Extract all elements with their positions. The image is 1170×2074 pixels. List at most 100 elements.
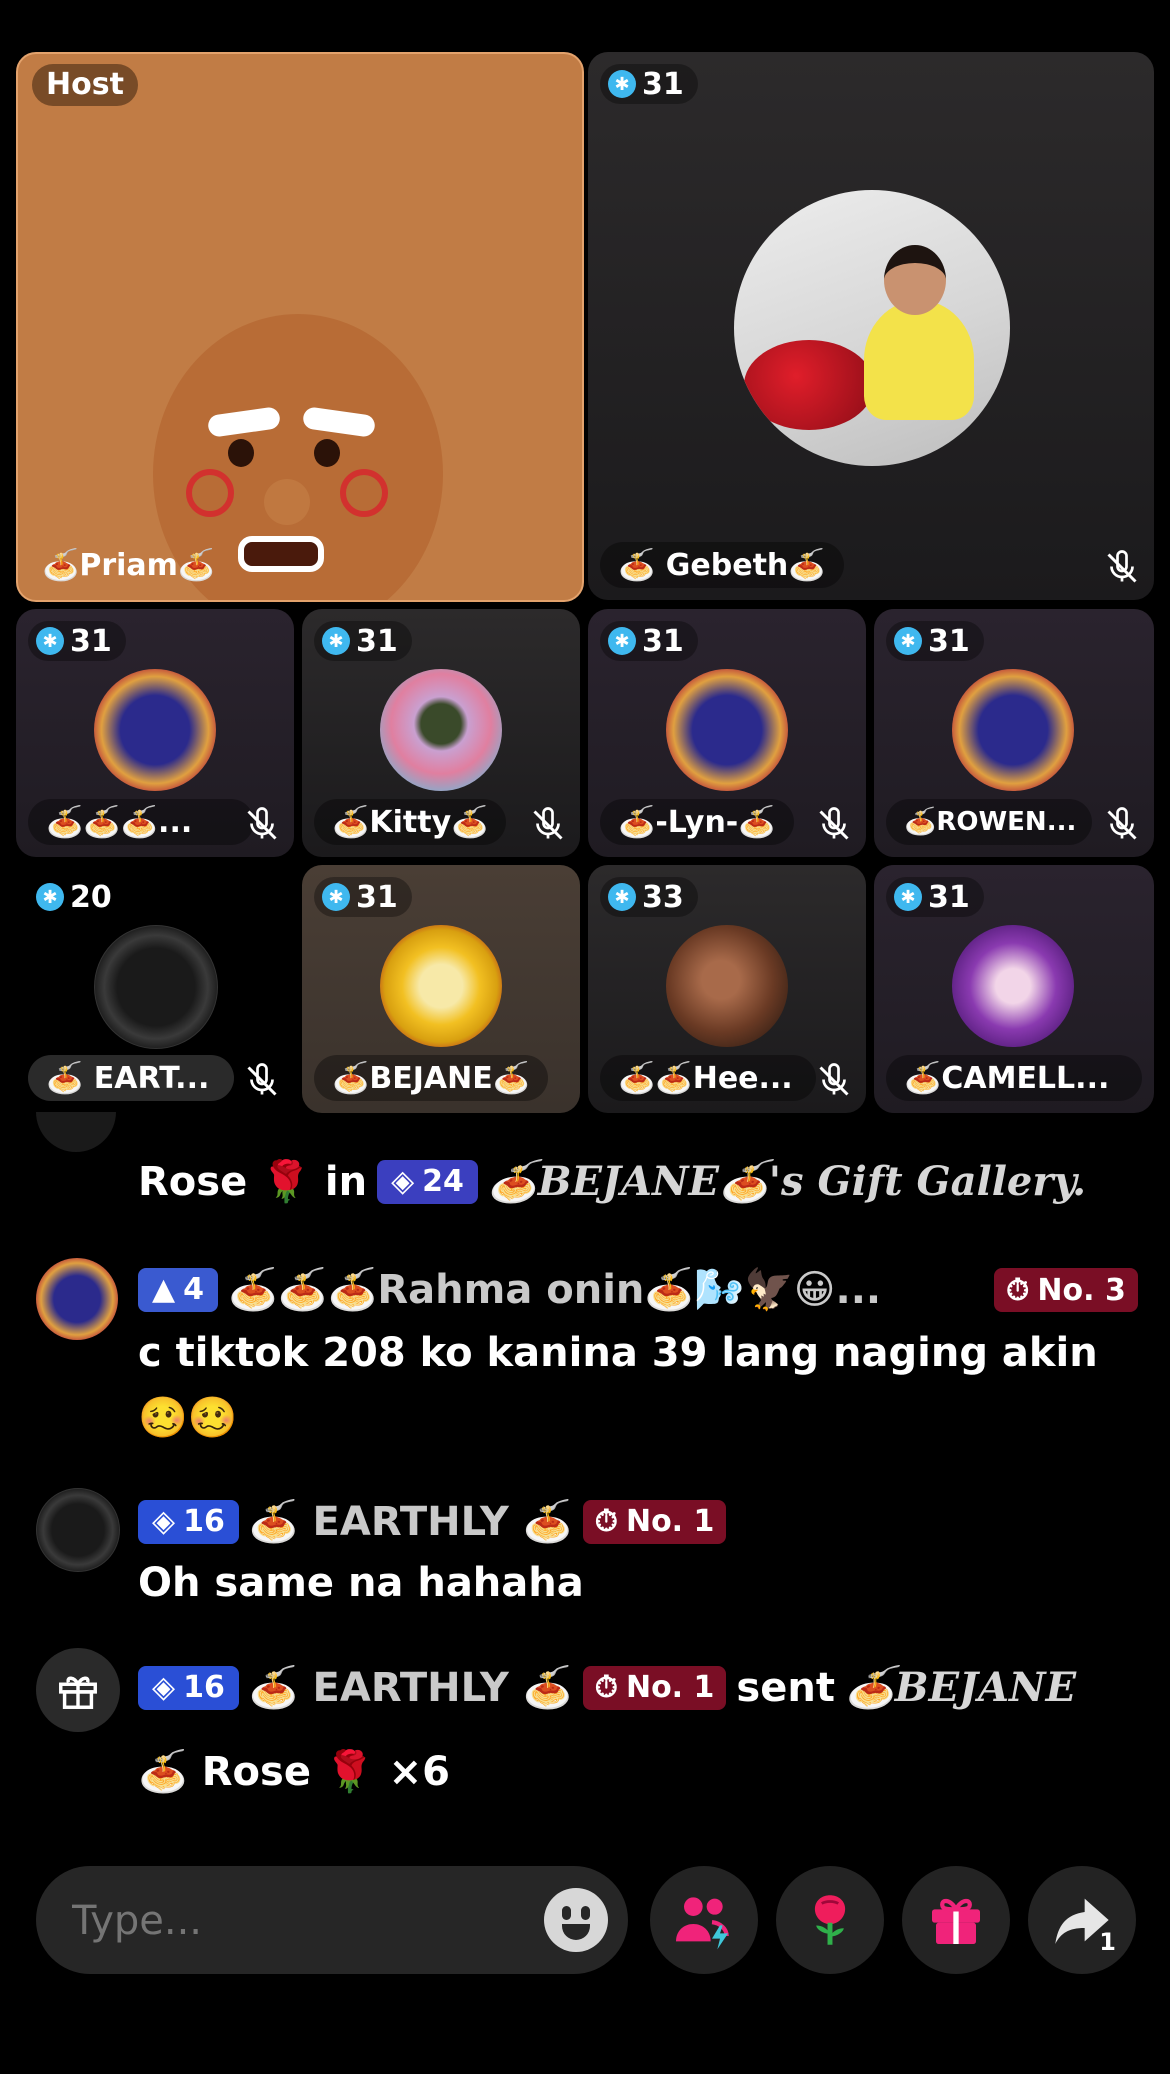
share-button[interactable]: 1	[1028, 1866, 1136, 1974]
level-pill: ✱ 31	[28, 621, 126, 661]
host-badge: Host	[32, 64, 138, 106]
rose-icon	[814, 1895, 846, 1945]
cheek-right	[340, 469, 388, 517]
gift-gallery-message: Rose 🌹 in ◈ 24 🍝BEJANE🍝's Gift Gallery.	[138, 1158, 1087, 1205]
arrow-rank-icon: ▲	[152, 1272, 176, 1307]
username[interactable]: 🍝🍝🍝Rahma onin🍝🌬️🦅😀...	[228, 1266, 881, 1313]
cheek-left	[186, 469, 234, 517]
emoji-eye-left	[562, 1906, 571, 1920]
level-star-icon: ✱	[894, 627, 922, 655]
avatar	[36, 1112, 116, 1152]
rank-badge: ⏱ No. 1	[582, 1499, 727, 1544]
guest-name[interactable]: 🍝BEJANE🍝	[314, 1055, 549, 1101]
level-star-icon: ✱	[322, 627, 350, 655]
guest-name[interactable]: 🍝ROWEN...	[886, 799, 1092, 845]
level-star-icon: ✱	[322, 883, 350, 911]
comment-text-field[interactable]	[70, 1890, 514, 1952]
guest-tile[interactable]: ✱ 33 🍝🍝Hee...	[588, 865, 866, 1113]
guest-tile[interactable]: ✱ 20 🍝 EART...	[16, 865, 294, 1113]
wooni-logo-avatar	[94, 669, 216, 791]
guest-name[interactable]: 🍝🍝🍝...	[28, 799, 254, 845]
diamond-icon: ◈	[152, 1504, 176, 1539]
level-pill: ✱ 20	[28, 877, 126, 917]
eye-right	[314, 439, 340, 467]
level-star-icon: ✱	[608, 627, 636, 655]
level-badge: ▲ 4	[138, 1267, 218, 1312]
nose	[264, 479, 310, 525]
guest-name[interactable]: 🍝🍝Hee...	[600, 1055, 816, 1101]
guest-tile[interactable]: ✱ 31 🍝BEJANE🍝	[302, 865, 580, 1113]
poinsettia-plant	[744, 340, 874, 430]
level-pill: ✱ 31	[600, 64, 698, 104]
guest-tile[interactable]: ✱ 31 🍝Kitty🍝	[302, 609, 580, 857]
bejane-avatar	[380, 925, 502, 1047]
mic-muted-icon	[1107, 807, 1137, 840]
gift-button[interactable]	[902, 1866, 1010, 1974]
camella-avatar	[952, 925, 1074, 1047]
eye-left	[228, 439, 254, 467]
avatar[interactable]	[36, 1258, 118, 1340]
gebeth-avatar	[734, 190, 1010, 466]
chat-message-text: Oh same na hahaha	[138, 1560, 584, 1606]
level-pill: ✱ 33	[600, 877, 698, 917]
level-badge: ◈ 16	[138, 1665, 239, 1710]
level-pill: ✱ 31	[314, 877, 412, 917]
mic-muted-icon	[533, 807, 563, 840]
host-name[interactable]: 🍝Priam🍝	[30, 542, 233, 588]
mic-muted-icon	[247, 807, 277, 840]
guest-name[interactable]: 🍝CAMELL...	[886, 1055, 1142, 1101]
kitty-avatar	[380, 669, 502, 791]
emoji-icon[interactable]	[544, 1888, 608, 1952]
level-star-icon: ✱	[608, 70, 636, 98]
gift-message-text: 🍝 Rose 🌹 ×6	[138, 1749, 450, 1795]
mic-muted-icon	[1107, 550, 1137, 583]
level-star-icon: ✱	[894, 883, 922, 911]
level-star-icon: ✱	[608, 883, 636, 911]
chat-message-text: 🥴🥴	[138, 1395, 238, 1441]
guest-tile[interactable]: ✱ 31 🍝🍝🍝...	[16, 609, 294, 857]
wooni-logo-avatar	[952, 669, 1074, 791]
level-pill: ✱ 31	[600, 621, 698, 661]
person-head	[884, 245, 946, 315]
diamond-icon: ◈	[391, 1164, 415, 1199]
share-count: 1	[1099, 1928, 1116, 1956]
hee-avatar	[666, 925, 788, 1047]
rank-badge: ⏱ No. 3	[994, 1268, 1138, 1312]
person-figure	[864, 300, 974, 420]
avatar[interactable]	[36, 1488, 120, 1572]
chat-message-header: ▲ 4 🍝🍝🍝Rahma onin🍝🌬️🦅😀...	[138, 1266, 881, 1313]
guest-name[interactable]: 🍝Kitty🍝	[314, 799, 507, 845]
guest-tile[interactable]: ✱ 31 🍝ROWEN...	[874, 609, 1154, 857]
gift-icon	[59, 1676, 97, 1709]
mic-muted-icon	[247, 1063, 277, 1096]
guest-name[interactable]: 🍝-Lyn-🍝	[600, 799, 794, 845]
host-tile[interactable]: Host 🍝Priam🍝	[16, 52, 584, 602]
guests-button[interactable]	[650, 1866, 758, 1974]
mic-muted-icon	[819, 1063, 849, 1096]
level-badge: ◈ 16	[138, 1499, 239, 1544]
gift-box-icon	[932, 1898, 980, 1944]
gift-message-header: ◈ 16 🍝 EARTHLY 🍝 ⏱ No. 1 sent 🍝BEJANE	[138, 1664, 1076, 1711]
gebeth-tile[interactable]: ✱ 31 🍝 Gebeth🍝	[588, 52, 1154, 600]
gebeth-name[interactable]: 🍝 Gebeth🍝	[600, 542, 844, 588]
username[interactable]: 🍝 EARTHLY 🍝	[249, 1664, 573, 1711]
rank-badge: ⏱ No. 1	[582, 1665, 727, 1710]
medal-icon: ⏱	[1006, 1272, 1030, 1308]
multi-guest-icon	[676, 1897, 729, 1950]
wooni-logo-avatar	[666, 669, 788, 791]
level-star-icon: ✱	[36, 883, 64, 911]
chat-message-header: ◈ 16 🍝 EARTHLY 🍝 ⏱ No. 1	[138, 1498, 727, 1545]
emoji-eye-right	[581, 1906, 590, 1920]
medal-icon: ⏱	[594, 1504, 618, 1539]
username[interactable]: 🍝 EARTHLY 🍝	[249, 1498, 573, 1545]
level-pill: ✱ 31	[886, 621, 984, 661]
diamond-icon: ◈	[152, 1670, 176, 1705]
rose-gift-button[interactable]	[776, 1866, 884, 1974]
earthly-avatar	[94, 925, 218, 1049]
guest-name[interactable]: 🍝 EART...	[28, 1055, 234, 1101]
guest-tile[interactable]: ✱ 31 🍝-Lyn-🍝	[588, 609, 866, 857]
medal-icon: ⏱	[594, 1670, 618, 1705]
guest-tile[interactable]: ✱ 31 🍝CAMELL...	[874, 865, 1154, 1113]
chat-message-text: c tiktok 208 ko kanina 39 lang naging ak…	[138, 1330, 1098, 1376]
comment-input[interactable]	[36, 1866, 628, 1974]
